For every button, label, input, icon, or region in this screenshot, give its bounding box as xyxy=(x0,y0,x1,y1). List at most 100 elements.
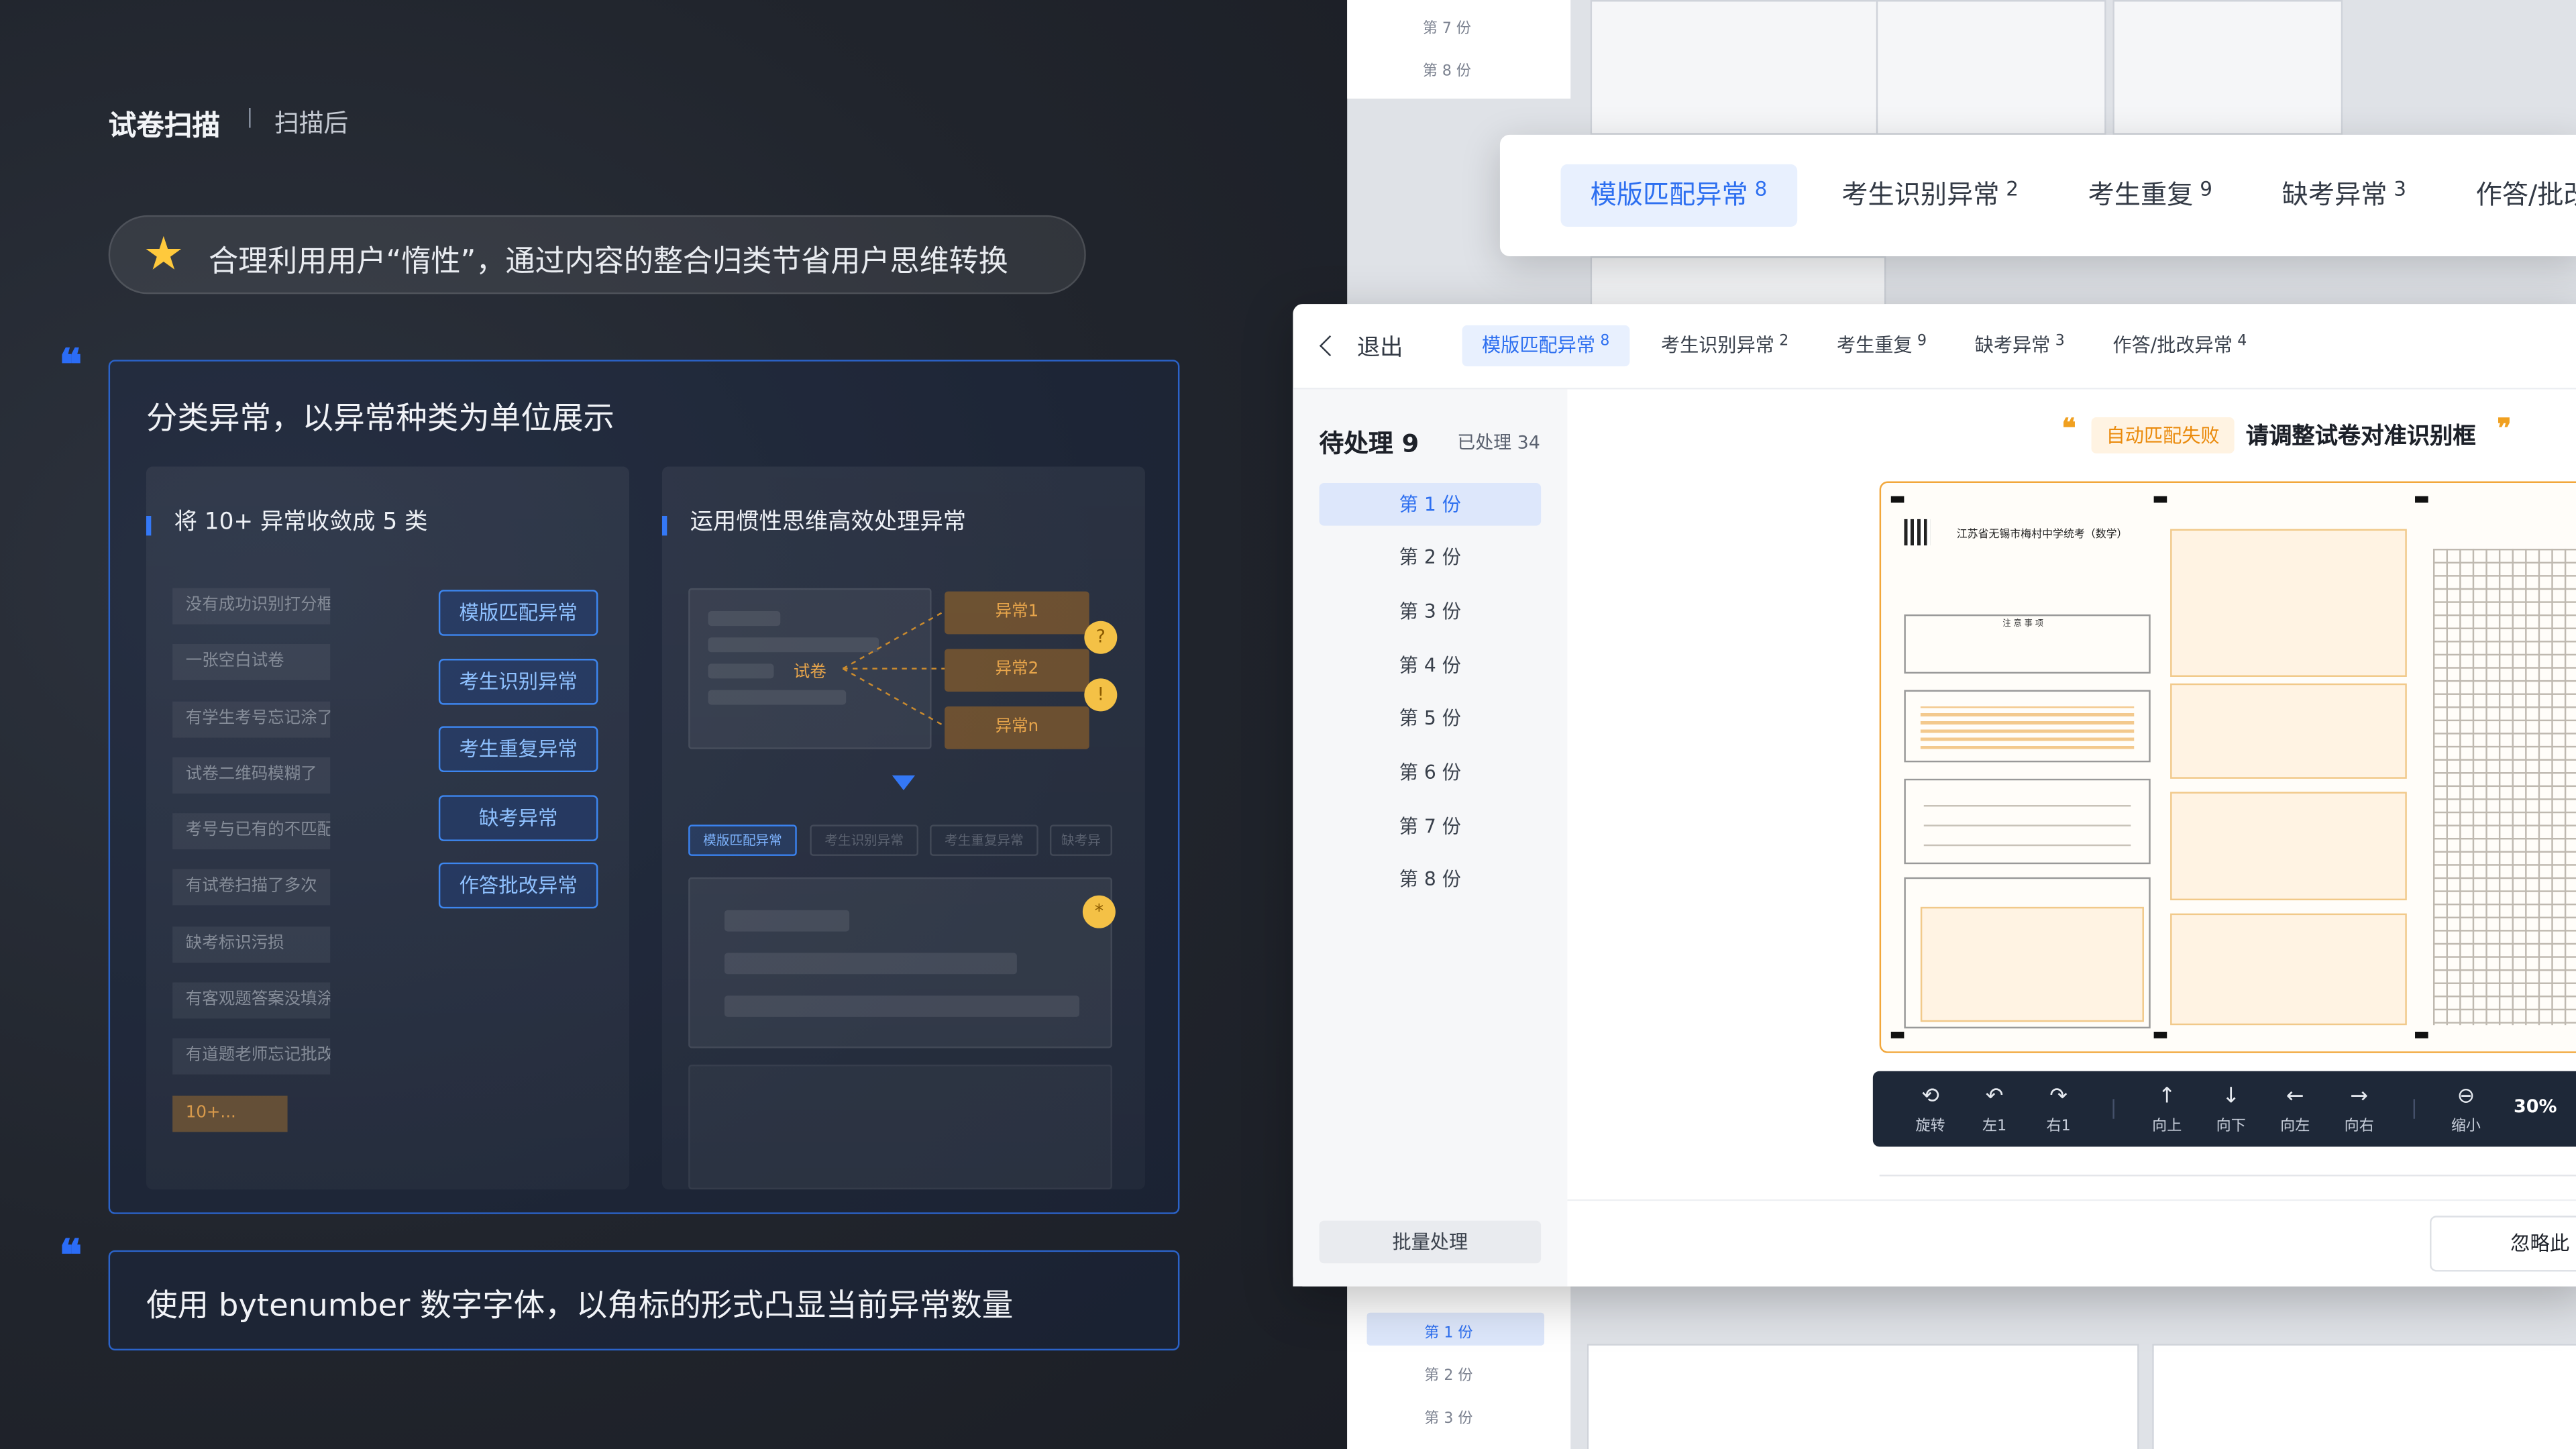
registration-mark xyxy=(2153,1031,2167,1038)
app-topbar: 退出 模版匹配异常 8 考生识别异常 2 考生重复 9 缺考异常 3 作答/批改异常 4 xyxy=(1293,304,2576,390)
big-tab-absent[interactable]: 缺考异常 3 xyxy=(2282,164,2406,227)
registration-mark xyxy=(1890,1031,1904,1038)
converge-title: 将 10+ 异常收敛成 5 类 xyxy=(174,509,428,536)
tab-label: 模版匹配异常 xyxy=(1481,333,1595,357)
rotate-right-button[interactable]: ↷ 右1 xyxy=(2031,1084,2086,1135)
star-eyes-emoji-icon: * xyxy=(1082,895,1116,928)
section-bar xyxy=(146,515,152,536)
tab-label: 考生识别异常 xyxy=(1660,333,1774,357)
tab-count-badge: 2 xyxy=(1779,333,1789,350)
anomaly-box: 异常n xyxy=(945,706,1089,749)
tab-label: 模版匹配异常 xyxy=(1590,178,1748,211)
fill-blank-section xyxy=(1904,778,2151,865)
tab-absent[interactable]: 缺考异常 3 xyxy=(1975,325,2065,366)
tool-label: 向上 xyxy=(2152,1118,2182,1136)
page-subtitle: 扫描后 xyxy=(274,108,349,138)
copy-item[interactable]: 第 6 份 xyxy=(1320,751,1542,794)
bg-list-item: 第 7 份 xyxy=(1422,21,1471,38)
rotate-left-button[interactable]: ↶ 左1 xyxy=(1966,1084,2022,1135)
auto-match-failed-badge: 自动匹配失败 xyxy=(2091,417,2235,453)
tab-label: 考生重复 xyxy=(2088,178,2194,211)
raw-anomaly-item: 缺考标识污损 xyxy=(172,926,331,963)
answer-region xyxy=(2170,792,2407,901)
zoom-out-button[interactable]: ⊖ 缩小 xyxy=(2438,1084,2493,1135)
classification-card: 分类异常，以异常种类为单位展示 将 10+ 异常收敛成 5 类 没有成功识别打分… xyxy=(108,360,1180,1214)
sheet-adjust-toolbar: ⟲ 旋转 ↶ 左1 ↷ 右1 ↑ 向上 ↓ 向下 ← 向左 → 向右 ⊖ 缩小 30% xyxy=(1872,1071,2576,1147)
anomaly-app-window: 退出 模版匹配异常 8 考生识别异常 2 考生重复 9 缺考异常 3 作答/批改异常 4 … xyxy=(1293,304,2576,1287)
bg-sheet-thumb xyxy=(1590,0,1886,135)
big-tab-answer[interactable]: 作答/批改 xyxy=(2476,164,2576,227)
presentation-panel: 试卷扫描 | 扫描后 ★ 合理利用用户“惰性”，通过内容的整合归类节省用户思维转… xyxy=(0,0,1348,1449)
blank-line xyxy=(1923,824,2131,826)
section-bar xyxy=(661,515,667,536)
bg-sheet-thumb xyxy=(2152,1344,2576,1449)
category-tag: 作答批改异常 xyxy=(438,862,598,909)
bg-list-item: 第 3 份 xyxy=(1424,1411,1473,1428)
bottom-action-bar: 忽略此 xyxy=(1567,1199,2576,1287)
tab-label: 作答/批改异常 xyxy=(2112,333,2233,357)
copy-item[interactable]: 第 8 份 xyxy=(1320,857,1542,900)
answer-sheet-preview[interactable]: 江苏省无锡市梅村中学统考（数学） 注 意 事 项 xyxy=(1879,481,2576,1053)
copy-item[interactable]: 第 2 份 xyxy=(1320,535,1542,578)
copy-item[interactable]: 第 4 份 xyxy=(1320,644,1542,687)
placeholder-line xyxy=(724,996,1079,1017)
mini-tab: 缺考异 xyxy=(1049,824,1112,856)
category-tag: 考生识别异常 xyxy=(438,659,598,705)
tool-label: 左1 xyxy=(1982,1118,2007,1136)
quote-mark-icon: ❝ xyxy=(59,341,83,391)
arrow-down-icon xyxy=(892,775,916,790)
batch-process-button[interactable]: 批量处理 xyxy=(1319,1220,1542,1264)
big-tab-template-match[interactable]: 模版匹配异常 8 xyxy=(1560,164,1797,227)
tab-student-id[interactable]: 考生识别异常 2 xyxy=(1661,325,1788,366)
tab-count-badge: 3 xyxy=(2055,333,2065,350)
rotate-button[interactable]: ⟲ 旋转 xyxy=(1902,1084,1958,1135)
ignore-button[interactable]: 忽略此 xyxy=(2430,1216,2576,1272)
move-up-button[interactable]: ↑ 向上 xyxy=(2139,1084,2195,1135)
page-title: 试卷扫描 xyxy=(108,110,221,144)
blank-line xyxy=(1923,805,2131,807)
connector-lines xyxy=(842,610,945,727)
essay-grid xyxy=(2432,548,2576,1026)
raw-anomaly-item: 有道题老师忘记批改 xyxy=(172,1038,331,1075)
star-icon: ★ xyxy=(143,226,184,281)
bg-sheet-thumb xyxy=(1876,0,2106,135)
move-right-button[interactable]: → 向右 xyxy=(2331,1084,2387,1135)
tab-template-match[interactable]: 模版匹配异常 8 xyxy=(1462,325,1629,367)
exit-label: 退出 xyxy=(1356,335,1403,362)
registration-mark xyxy=(1890,496,1904,503)
mini-tab: 考生重复异常 xyxy=(930,824,1038,856)
zoom-out-icon: ⊖ xyxy=(2457,1084,2475,1110)
copy-item[interactable]: 第 1 份 xyxy=(1319,483,1542,526)
copy-sidebar: 待处理 9 已处理 34 第 1 份 第 2 份 第 3 份 第 4 份 第 5… xyxy=(1293,389,1568,1287)
arrow-up-icon: ↑ xyxy=(2157,1084,2176,1110)
toolbar-divider xyxy=(2413,1099,2416,1119)
move-down-button[interactable]: ↓ 向下 xyxy=(2203,1084,2259,1135)
placeholder-line xyxy=(724,953,1017,975)
copy-item[interactable]: 第 5 份 xyxy=(1320,696,1542,739)
title-separator: | xyxy=(246,105,254,129)
answer-region xyxy=(2170,913,2407,1026)
exit-button[interactable]: 退出 xyxy=(1319,330,1403,363)
quote-mark-icon: ❝ xyxy=(59,1232,83,1282)
big-tab-duplicate[interactable]: 考生重复 9 xyxy=(2088,164,2212,227)
placeholder-line xyxy=(724,910,850,932)
tab-answer-grading[interactable]: 作答/批改异常 4 xyxy=(2112,325,2247,366)
big-tab-student-id[interactable]: 考生识别异常 2 xyxy=(1841,164,2019,227)
copy-item[interactable]: 第 7 份 xyxy=(1320,805,1542,848)
tool-label: 向下 xyxy=(2216,1118,2246,1136)
essay-answer-box xyxy=(1920,906,2144,1022)
tool-label: 向左 xyxy=(2280,1118,2310,1136)
mini-tab: 模版匹配异常 xyxy=(688,824,797,856)
blank-line xyxy=(1923,844,2131,847)
tab-label: 缺考异常 xyxy=(2282,178,2387,211)
tab-duplicate[interactable]: 考生重复 9 xyxy=(1837,325,1927,366)
bg-sheet-thumb xyxy=(1587,1344,2139,1449)
mini-content-box xyxy=(688,1064,1112,1190)
move-left-button[interactable]: ← 向左 xyxy=(2267,1084,2323,1135)
chevron-left-icon xyxy=(1319,335,1341,357)
copy-item[interactable]: 第 3 份 xyxy=(1320,590,1542,633)
category-tag: 考生重复异常 xyxy=(438,726,598,773)
tab-count-badge: 8 xyxy=(1600,333,1610,350)
done-count[interactable]: 已处理 34 xyxy=(1457,429,1540,455)
raw-anomaly-item: 没有成功识别打分框 xyxy=(172,588,331,625)
